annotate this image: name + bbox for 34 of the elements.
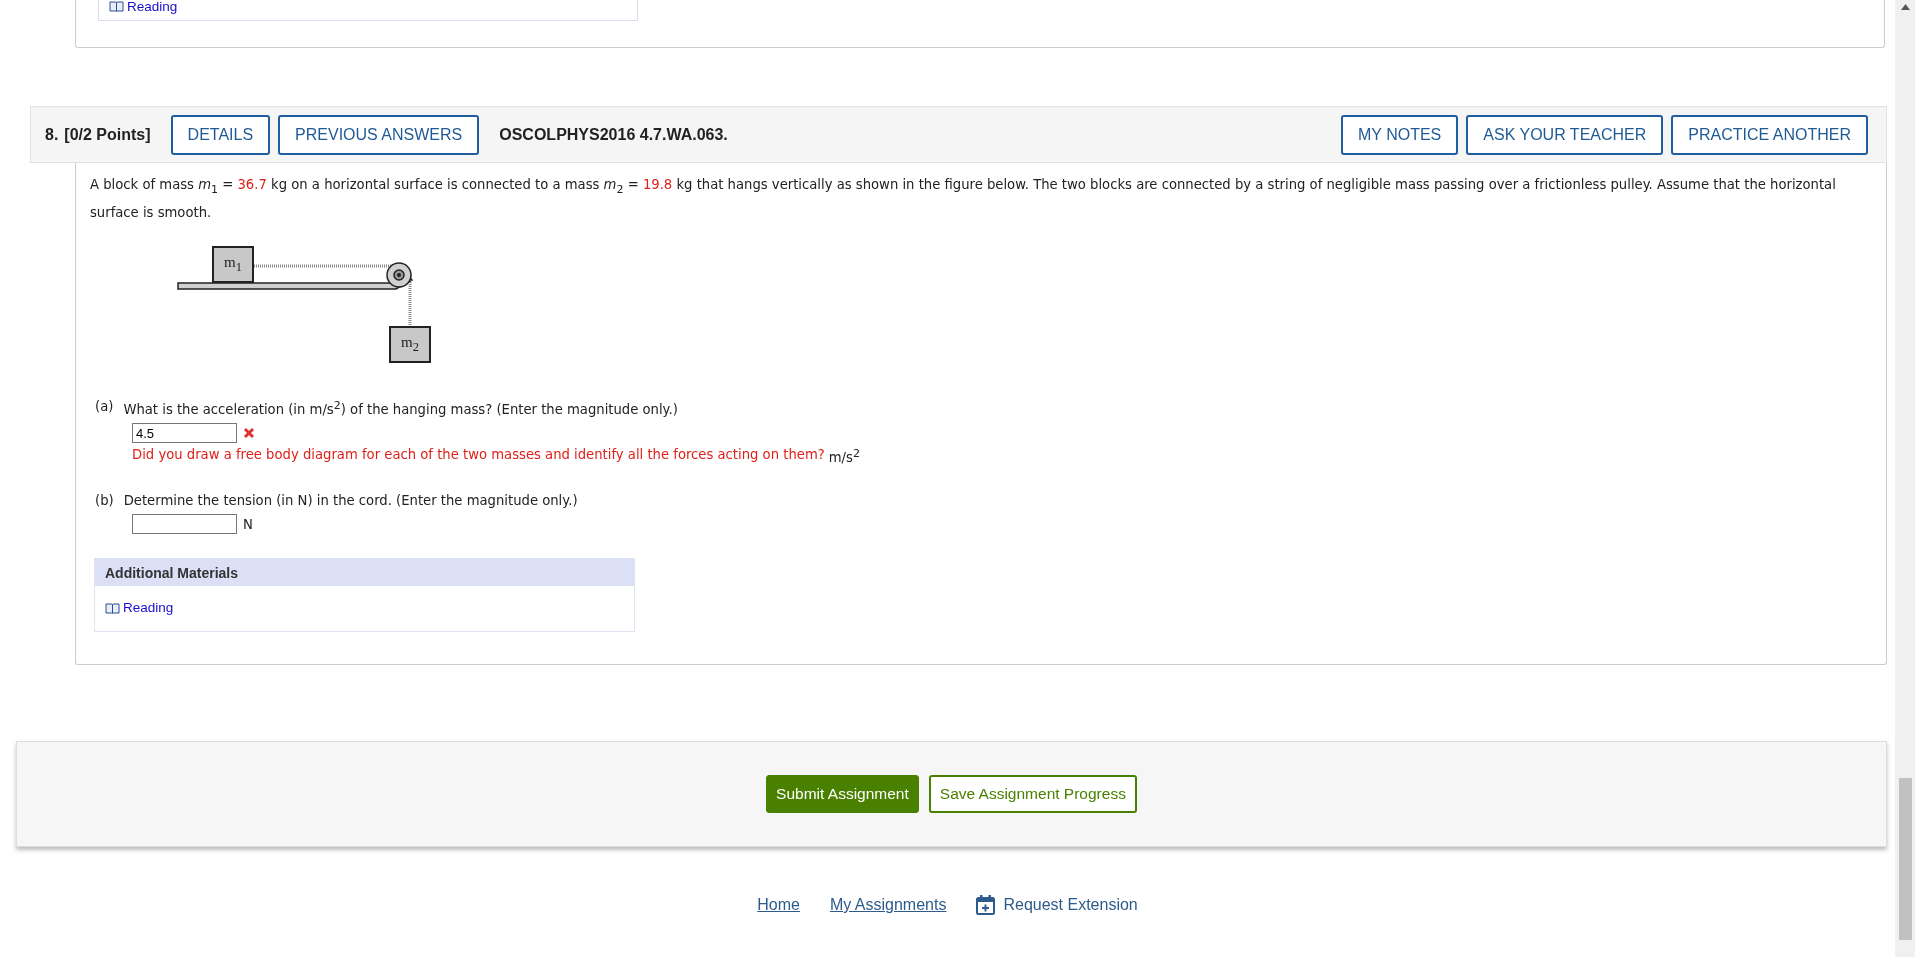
scroll-up-icon[interactable] (1901, 4, 1910, 10)
part-label: (b) (95, 493, 114, 509)
answer-field[interactable]: 4.5 (132, 423, 237, 444)
question-prompt: What is the acceleration (in m/s$^{2}$) of the hanging mass? (Enter the magnitude only.) (123, 398, 678, 418)
header-button[interactable]: PREVIOUS ANSWERS (278, 114, 480, 155)
header-button[interactable]: PRACTICE ANOTHER (1671, 114, 1868, 155)
question-number: 8. (45, 125, 59, 144)
reading-link[interactable]: Reading (123, 600, 174, 616)
mass-block: m$_{1}$ (212, 245, 254, 283)
calendar-plus-icon (976, 895, 996, 915)
header-button[interactable]: ASK YOUR TEACHER (1466, 114, 1664, 155)
unit-label: m/s$^{2}$ (828, 447, 860, 466)
answer-field[interactable] (132, 514, 237, 535)
part-label: (a) (95, 398, 114, 416)
problem-code: OSCOLPHYS2016 4.7.WA.063. (499, 125, 728, 144)
reading-link[interactable]: Reading (127, 0, 178, 14)
request-extension-link[interactable]: Request Extension (976, 895, 1138, 915)
footer-link[interactable]: My Assignments (829, 896, 947, 914)
footer-link[interactable]: Home (757, 896, 800, 914)
scrollbar[interactable] (1895, 0, 1915, 957)
feedback-message: Did you draw a free body diagram for each of the two masses and identify all the forces acting on them? (132, 447, 825, 465)
header-button[interactable]: DETAILS (170, 114, 271, 155)
materials-title: Additional Materials (95, 559, 634, 587)
book-icon (105, 601, 120, 614)
header-button[interactable]: MY NOTES (1341, 114, 1459, 155)
question-prompt: Determine the tension (in N) in the cord. (Enter the magnitude only.) (123, 493, 578, 509)
unit-label: N (243, 516, 253, 532)
points-label: [0/2 Points] (64, 125, 151, 144)
submit-button[interactable]: Submit Assignment (766, 775, 919, 813)
problem-statement: A block of mass m$_{1}$ = 36.7 kg on a horizontal surface is connected to a mass m$_{2}$ = 19.8 kg that hangs vertically as shown in the figure below. The two blocks are connected by a string of negligible mass passing over a frictionless pulley. Assume that the horizontal surface is smooth. (90, 176, 1837, 222)
scrollbar-thumb[interactable] (1899, 778, 1912, 940)
mass-block: m$_{2}$ (389, 325, 431, 363)
book-icon (109, 0, 124, 12)
save-button[interactable]: Save Assignment Progress (928, 775, 1137, 813)
